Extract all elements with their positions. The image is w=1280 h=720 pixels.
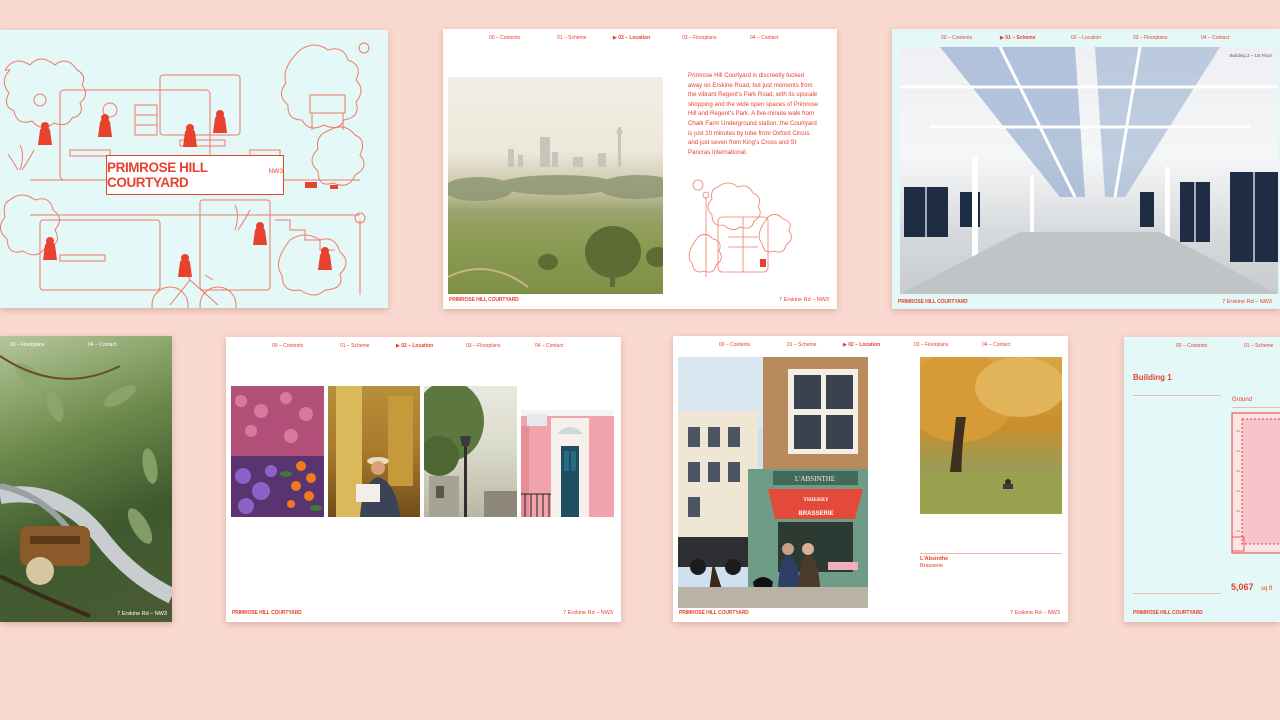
card2-nav: 00 – Contents 01 – Scheme ▶ 03 – Locatio… [443,35,837,47]
card7-nav: 00 – Contents 01 – Scheme [1124,343,1280,355]
floor-label: Ground [1232,397,1253,403]
caption-rule [920,553,1062,554]
card3-footer-brand: PRIMROSE HILL COURTYARD [898,299,968,305]
card6-footer-address: 7 Erskine Rd – NW3 [1010,610,1060,616]
location-paragraph: Primrose Hill Courtyard is discreetly tu… [688,72,819,156]
area-number: 5,067 [1231,582,1254,592]
nav-contents[interactable]: 00 – Contents [272,343,303,349]
card5-footer-brand: PRIMROSE HILL COURTYARD [232,610,302,616]
card3-footer-address: 7 Erskine Rd – NW3 [1222,299,1272,305]
location-gallery-card[interactable]: 00 – Contents 01 – Scheme ▶ 02 – Locatio… [226,337,621,622]
nav-contact[interactable]: 04 – Contact [88,342,116,348]
caption-sub: Brasserie [920,563,944,569]
interior-card[interactable]: 00 – Contents ▶ 01 – Scheme 02 – Locatio… [892,29,1280,309]
nav-contents[interactable]: 00 – Contents [489,35,520,41]
nav-floorplans[interactable]: 03 – Floorplans [1133,35,1167,41]
flowers-photo [231,386,324,517]
nav-contents[interactable]: 00 – Contents [1176,343,1207,349]
floorplan-card[interactable]: 00 – Contents 01 – Scheme Building 1 Gro… [1124,337,1280,622]
nav-scheme[interactable]: 01 – Scheme [340,343,369,349]
card6-footer-brand: PRIMROSE HILL COURTYARD [679,610,749,616]
area-value: 5,067 sq ft [1231,577,1272,595]
interior-photo: Building 2 – 1st Floor [900,47,1278,294]
card3-nav: 00 – Contents ▶ 01 – Scheme 02 – Locatio… [892,35,1280,47]
cover-title-box: PRIMROSE HILL COURTYARD NW3 [106,155,284,195]
card4-footer-address: 7 Erskine Rd – NW3 [117,611,167,617]
card2-footer-address: 7 Erskine Rd – NW3 [779,297,829,303]
brasserie-card[interactable]: 00 – Contents 01 – Scheme ▶ 02 – Locatio… [673,336,1068,622]
reading-man-photo [328,386,420,517]
nav-contents[interactable]: 00 – Contents [719,342,750,348]
primrose-hill-photo [448,77,663,294]
nav-scheme[interactable]: ▶ 01 – Scheme [1000,35,1036,41]
cover-title: PRIMROSE HILL COURTYARD [107,160,208,190]
cover-postcode: NW3 [268,167,283,175]
brasserie-sign: L'ABSINTHE [795,475,835,483]
building-title: Building 1 [1133,373,1172,382]
brasserie-photo: L'ABSINTHE THIERRY BRASSERIE [678,357,868,608]
pink-house-photo [521,386,614,517]
brasserie-word: BRASSERIE [798,511,833,517]
card6-nav: 00 – Contents 01 – Scheme ▶ 02 – Locatio… [673,342,1068,354]
area-unit: sq ft [1260,586,1273,592]
card4-nav: 03 – Floorplans 04 – Contact [0,342,172,354]
bicycle-photo [0,355,172,618]
card2-footer-brand: PRIMROSE HILL COURTYARD [449,297,519,303]
card7-footer-brand: PRIMROSE HILL COURTYARD [1133,610,1203,616]
building-rule [1133,395,1221,396]
interior-caption: Building 2 – 1st Floor [1229,53,1272,58]
location-text-card[interactable]: 00 – Contents 01 – Scheme ▶ 03 – Locatio… [443,29,837,309]
cover-illustration-card[interactable]: PRIMROSE HILL COURTYARD NW3 [0,30,388,308]
bicycle-card[interactable]: 03 – Floorplans 04 – Contact 7 Erskine R… [0,336,172,622]
nav-contact[interactable]: 04 – Contact [750,35,778,41]
nav-location[interactable]: ▶ 02 – Location [396,343,433,349]
nav-floorplans[interactable]: 03 – Floorplans [914,342,948,348]
card5-nav: 00 – Contents 01 – Scheme ▶ 02 – Locatio… [226,343,621,355]
street-lamp-photo [424,386,517,517]
nav-scheme[interactable]: 01 – Scheme [557,35,586,41]
nav-location[interactable]: ▶ 03 – Location [613,35,650,41]
nav-contact[interactable]: 04 – Contact [535,343,563,349]
card5-footer-address: 7 Erskine Rd – NW3 [563,610,613,616]
nav-floorplans[interactable]: 03 – Floorplans [10,342,44,348]
nav-contents[interactable]: 00 – Contents [941,35,972,41]
nav-contact[interactable]: 04 – Contact [1201,35,1229,41]
nav-contact[interactable]: 04 – Contact [982,342,1010,348]
awning-text: THIERRY [803,497,829,503]
park-tree-photo [920,357,1062,514]
area-rule [1133,593,1221,594]
nav-floorplans[interactable]: 03 – Floorplans [682,35,716,41]
nav-floorplans[interactable]: 03 – Floorplans [466,343,500,349]
nav-scheme[interactable]: 01 – Scheme [787,342,816,348]
floorplan-drawing [1231,412,1280,554]
nav-location[interactable]: 02 – Location [1071,35,1101,41]
caption-title: L'Absinthe [920,556,949,562]
nav-scheme[interactable]: 01 – Scheme [1244,343,1273,349]
location-illustration [688,179,792,277]
floor-rule [1232,407,1280,408]
nav-location[interactable]: ▶ 02 – Location [843,342,880,348]
